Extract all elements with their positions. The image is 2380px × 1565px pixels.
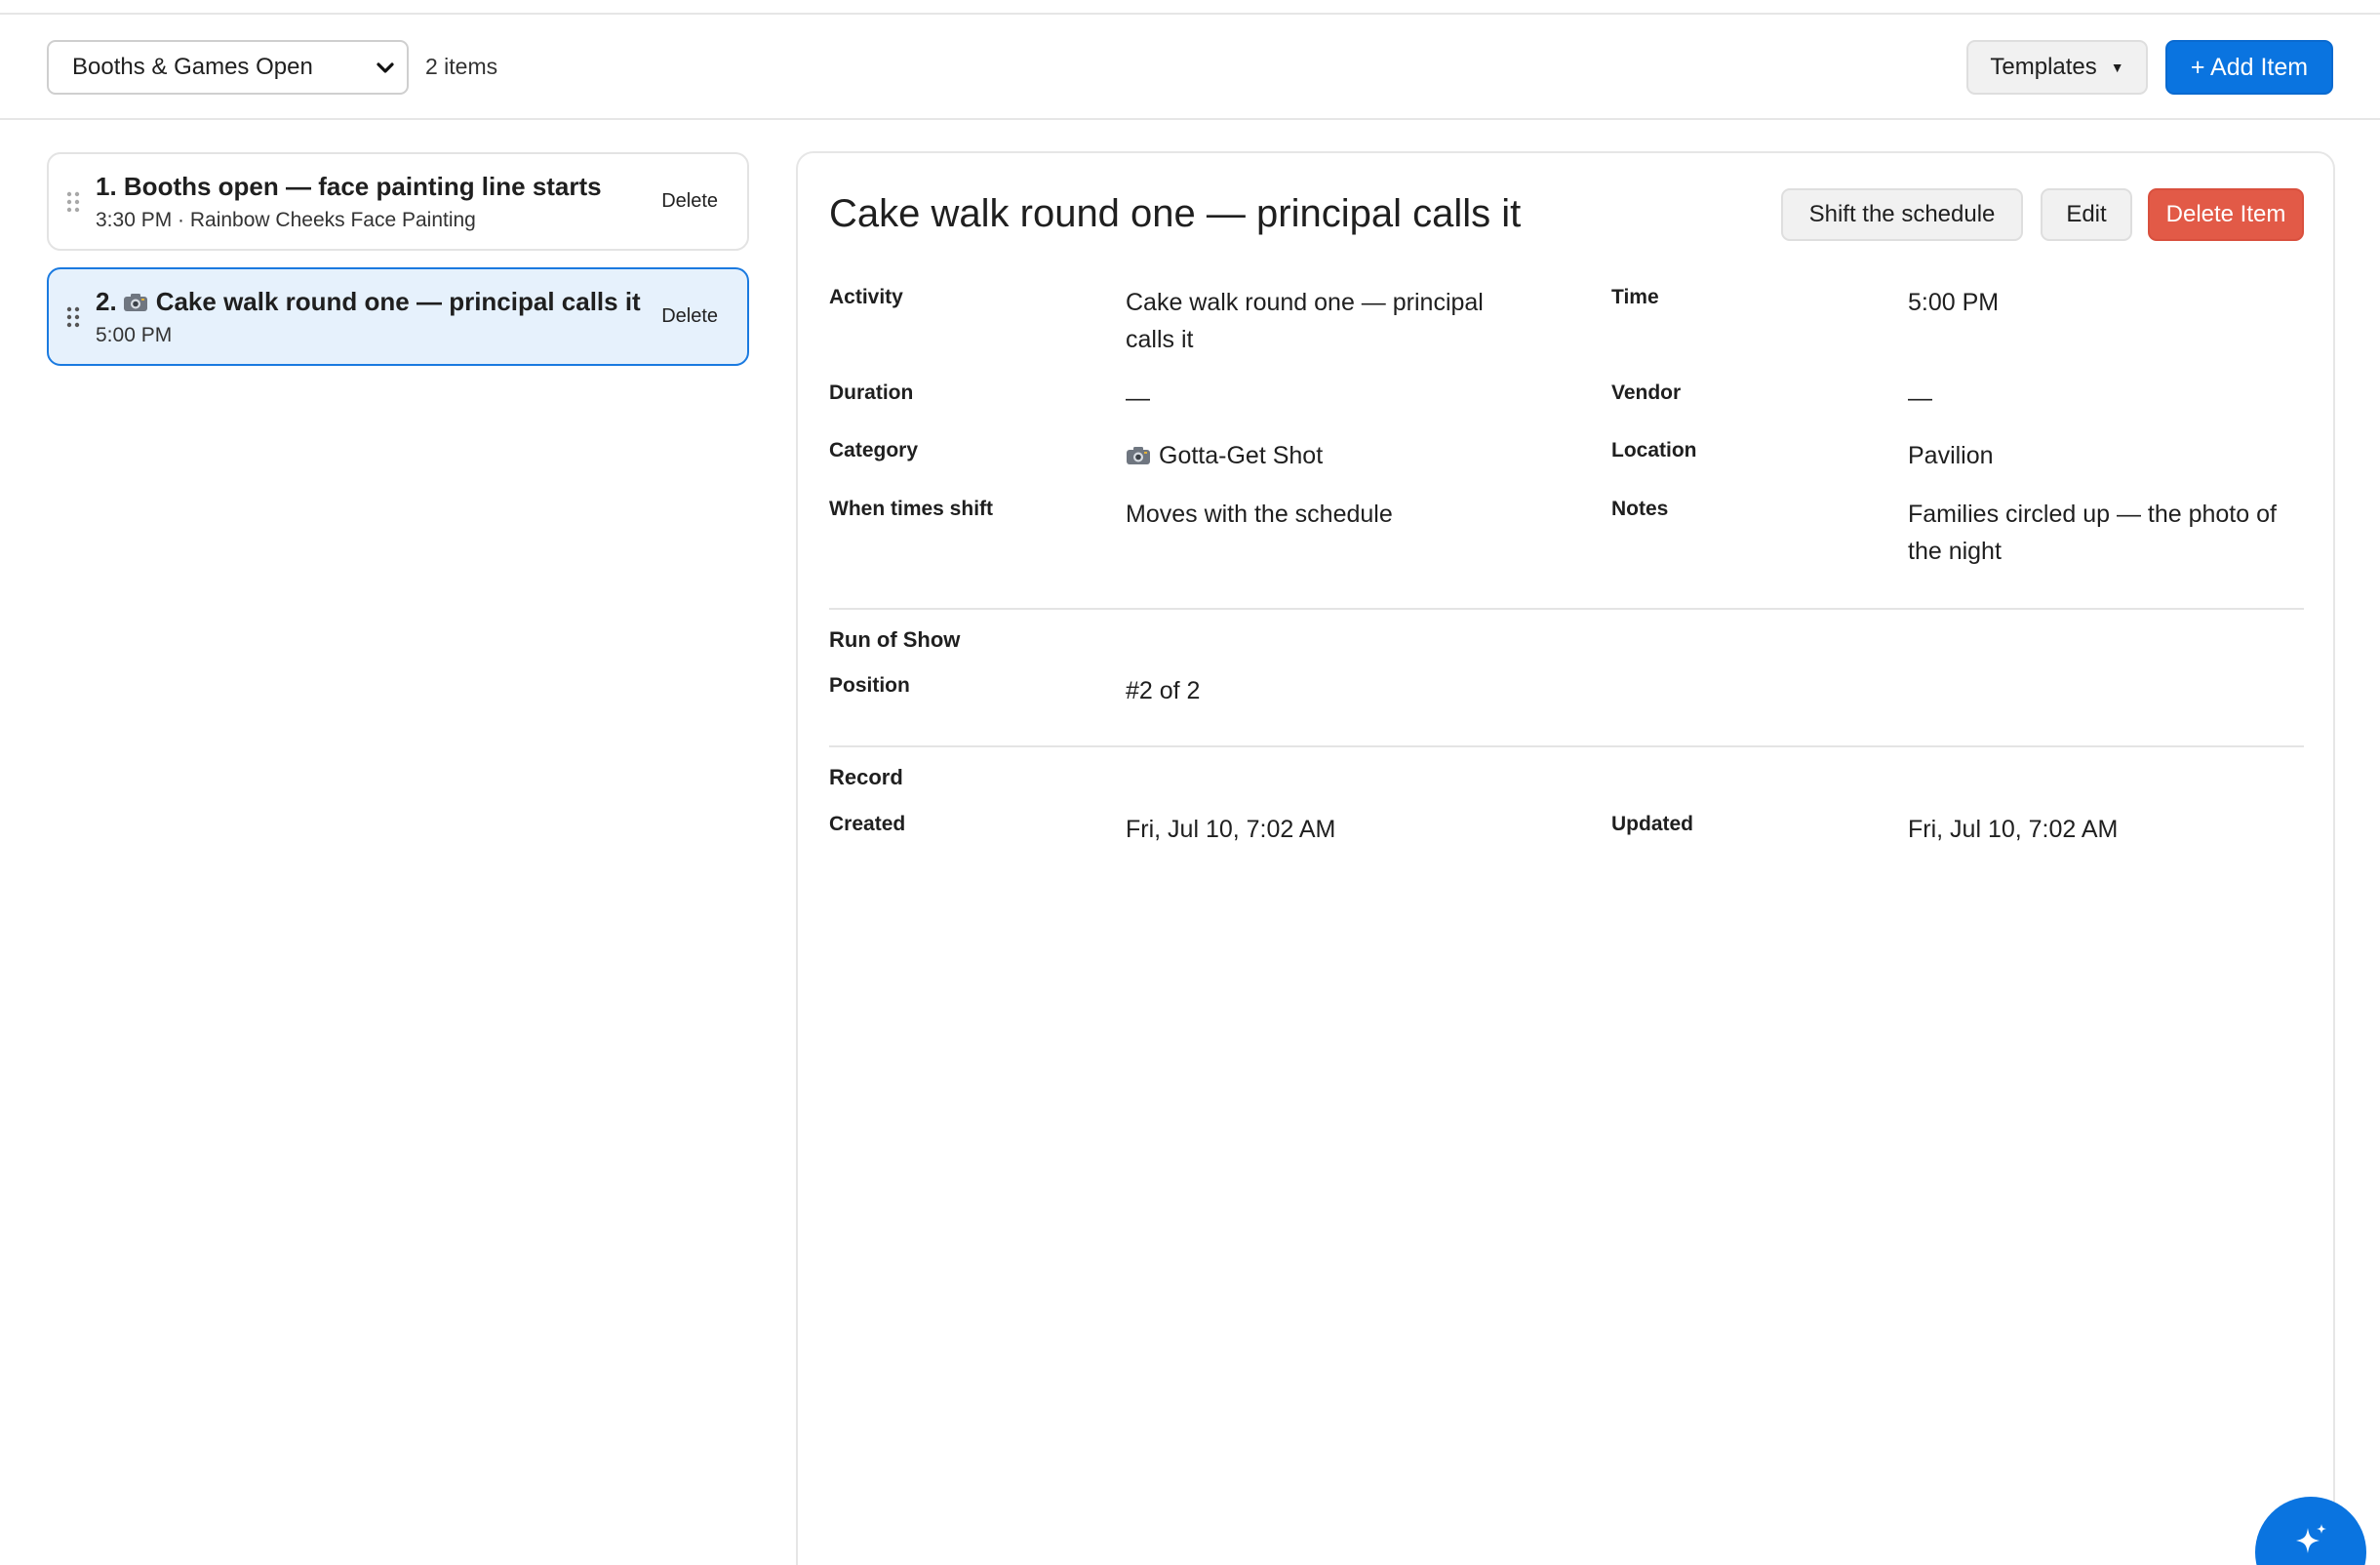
camera-icon [1127, 447, 1150, 464]
notes-value-line: Families circled up — the photo of [1908, 501, 2277, 528]
list-item-title-text: Cake walk round one — principal calls it [155, 287, 641, 316]
record-heading: Record [829, 765, 903, 789]
divider [829, 608, 2304, 610]
updated-value: Fri, Jul 10, 7:02 AM [1908, 816, 2119, 843]
toolbar: Booths & Games Open 2 items Templates ▼ … [0, 15, 2380, 120]
detail-title: Cake walk round one — principal calls it [829, 192, 1522, 235]
list-item-title: 1. Booths open — face painting line star… [96, 172, 602, 201]
delete-item-button[interactable]: Delete Item [2148, 188, 2304, 241]
chevron-down-icon [377, 62, 394, 73]
created-value: Fri, Jul 10, 7:02 AM [1126, 816, 1336, 843]
delete-button[interactable]: Delete [661, 305, 718, 328]
run-of-show-heading: Run of Show [829, 627, 961, 652]
templates-button[interactable]: Templates ▼ [1966, 40, 2148, 95]
category-value-text: Gotta-Get Shot [1159, 442, 1324, 469]
top-border [0, 0, 2380, 15]
shift-schedule-button[interactable]: Shift the schedule [1781, 188, 2023, 241]
add-item-label: + Add Item [2190, 53, 2309, 81]
vendor-label: Vendor [1611, 381, 1682, 404]
when-times-shift-label: When times shift [829, 498, 994, 520]
delete-button[interactable]: Delete [661, 190, 718, 213]
position-label: Position [829, 674, 910, 697]
created-label: Created [829, 813, 906, 835]
updated-label: Updated [1611, 813, 1693, 835]
camera-icon [123, 294, 147, 311]
notes-value-line: the night [1908, 538, 2002, 565]
templates-label: Templates [1990, 54, 2097, 80]
location-label: Location [1611, 439, 1697, 461]
activity-value: Cake walk round one — principal calls it [1126, 284, 1516, 358]
when-times-shift-value: Moves with the schedule [1126, 501, 1393, 528]
time-label: Time [1611, 286, 1659, 308]
location-value: Pavilion [1908, 442, 1994, 469]
duration-label: Duration [829, 381, 914, 404]
list-item-number: 2. [96, 287, 117, 316]
category-value: Gotta-Get Shot [1126, 437, 1323, 474]
drag-handle-icon[interactable] [66, 306, 80, 328]
section-select-value: Booths & Games Open [72, 54, 313, 80]
detail-panel: Cake walk round one — principal calls it… [796, 151, 2335, 1565]
list-item[interactable]: 1. Booths open — face painting line star… [47, 152, 749, 251]
delete-item-label: Delete Item [2165, 201, 2286, 227]
list-item-subtitle: 3:30 PM · Rainbow Cheeks Face Painting [96, 209, 476, 231]
caret-down-icon: ▼ [2110, 60, 2124, 75]
category-label: Category [829, 439, 919, 461]
duration-value: — [1126, 384, 1150, 412]
edit-label: Edit [2066, 201, 2107, 227]
activity-value-line: Cake walk round one — principal [1126, 289, 1484, 316]
edit-button[interactable]: Edit [2041, 188, 2132, 241]
activity-label: Activity [829, 286, 903, 308]
list-item-selected[interactable]: 2. Cake walk round one — principal calls… [47, 267, 749, 366]
item-count: 2 items [425, 54, 498, 79]
divider [829, 745, 2304, 747]
position-value: #2 of 2 [1126, 677, 1201, 704]
activity-value-line: calls it [1126, 326, 1194, 353]
vendor-value: — [1908, 384, 1932, 412]
add-item-button[interactable]: + Add Item [2165, 40, 2333, 95]
shift-schedule-label: Shift the schedule [1808, 201, 1996, 227]
sparkle-icon [2296, 1524, 2326, 1553]
list-item-subtitle: 5:00 PM [96, 324, 173, 346]
section-select[interactable]: Booths & Games Open [47, 40, 409, 95]
list-item-title: 2. Cake walk round one — principal calls… [96, 287, 641, 317]
notes-value: Families circled up — the photo of the n… [1908, 496, 2318, 570]
time-value: 5:00 PM [1908, 289, 2000, 316]
notes-label: Notes [1611, 498, 1669, 520]
drag-handle-icon[interactable] [66, 191, 80, 213]
